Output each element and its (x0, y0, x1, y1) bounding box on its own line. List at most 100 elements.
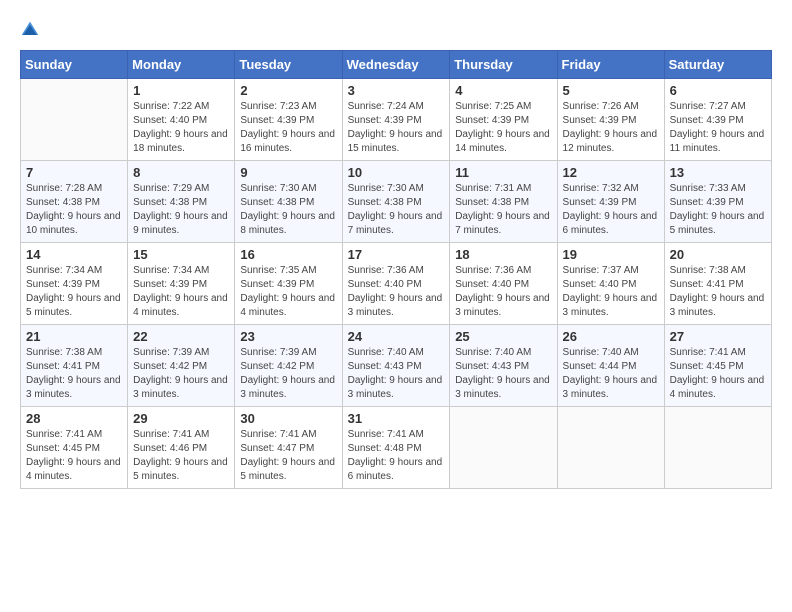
day-detail: Sunrise: 7:40 AMSunset: 4:43 PMDaylight:… (348, 346, 445, 402)
calendar-cell: 21 Sunrise: 7:38 AMSunset: 4:41 PMDayligh… (21, 325, 128, 407)
calendar-header-monday: Monday (128, 51, 235, 79)
day-number: 21 (26, 329, 122, 344)
day-detail: Sunrise: 7:41 AMSunset: 4:46 PMDaylight:… (133, 428, 229, 484)
day-number: 30 (240, 411, 336, 426)
calendar-cell: 5 Sunrise: 7:26 AMSunset: 4:39 PMDaylight… (557, 79, 664, 161)
calendar-table: SundayMondayTuesdayWednesdayThursdayFrid… (20, 50, 772, 489)
calendar-cell: 13 Sunrise: 7:33 AMSunset: 4:39 PMDayligh… (664, 161, 771, 243)
day-number: 3 (348, 83, 445, 98)
day-detail: Sunrise: 7:39 AMSunset: 4:42 PMDaylight:… (133, 346, 229, 402)
day-detail: Sunrise: 7:41 AMSunset: 4:48 PMDaylight:… (348, 428, 445, 484)
day-number: 19 (563, 247, 659, 262)
day-number: 6 (670, 83, 766, 98)
day-detail: Sunrise: 7:41 AMSunset: 4:47 PMDaylight:… (240, 428, 336, 484)
day-number: 16 (240, 247, 336, 262)
calendar-header-row: SundayMondayTuesdayWednesdayThursdayFrid… (21, 51, 772, 79)
day-number: 9 (240, 165, 336, 180)
day-number: 1 (133, 83, 229, 98)
day-detail: Sunrise: 7:36 AMSunset: 4:40 PMDaylight:… (455, 264, 551, 320)
calendar-cell: 25Sunrise: 7:40 AMSunset: 4:43 PMDayligh… (450, 325, 557, 407)
calendar-week-4: 21 Sunrise: 7:38 AMSunset: 4:41 PMDayligh… (21, 325, 772, 407)
calendar-cell: 10 Sunrise: 7:30 AMSunset: 4:38 PMDayligh… (342, 161, 450, 243)
calendar-cell: 23 Sunrise: 7:39 AMSunset: 4:42 PMDayligh… (235, 325, 342, 407)
calendar-header-wednesday: Wednesday (342, 51, 450, 79)
day-number: 24 (348, 329, 445, 344)
day-detail: Sunrise: 7:25 AMSunset: 4:39 PMDaylight:… (455, 100, 551, 156)
day-number: 11 (455, 165, 551, 180)
logo-icon (20, 20, 40, 40)
calendar-cell (450, 407, 557, 489)
calendar-cell: 11 Sunrise: 7:31 AMSunset: 4:38 PMDayligh… (450, 161, 557, 243)
day-detail: Sunrise: 7:32 AMSunset: 4:39 PMDaylight:… (563, 182, 659, 238)
day-number: 27 (670, 329, 766, 344)
calendar-cell: 28 Sunrise: 7:41 AMSunset: 4:45 PMDayligh… (21, 407, 128, 489)
day-number: 28 (26, 411, 122, 426)
calendar-cell (21, 79, 128, 161)
day-number: 20 (670, 247, 766, 262)
day-detail: Sunrise: 7:26 AMSunset: 4:39 PMDaylight:… (563, 100, 659, 156)
day-number: 25 (455, 329, 551, 344)
calendar-cell: 27 Sunrise: 7:41 AMSunset: 4:45 PMDayligh… (664, 325, 771, 407)
calendar-week-1: 1 Sunrise: 7:22 AMSunset: 4:40 PMDaylight… (21, 79, 772, 161)
calendar-header-friday: Friday (557, 51, 664, 79)
day-detail: Sunrise: 7:23 AMSunset: 4:39 PMDaylight:… (240, 100, 336, 156)
calendar-cell: 2Sunrise: 7:23 AMSunset: 4:39 PMDaylight… (235, 79, 342, 161)
calendar-cell: 26 Sunrise: 7:40 AMSunset: 4:44 PMDayligh… (557, 325, 664, 407)
calendar-cell (664, 407, 771, 489)
day-number: 31 (348, 411, 445, 426)
calendar-body: 1 Sunrise: 7:22 AMSunset: 4:40 PMDaylight… (21, 79, 772, 489)
calendar-week-5: 28 Sunrise: 7:41 AMSunset: 4:45 PMDayligh… (21, 407, 772, 489)
calendar-header-saturday: Saturday (664, 51, 771, 79)
page-header (20, 20, 772, 40)
calendar-week-3: 14 Sunrise: 7:34 AMSunset: 4:39 PMDayligh… (21, 243, 772, 325)
calendar-cell: 17Sunrise: 7:36 AMSunset: 4:40 PMDayligh… (342, 243, 450, 325)
calendar-header-sunday: Sunday (21, 51, 128, 79)
day-detail: Sunrise: 7:33 AMSunset: 4:39 PMDaylight:… (670, 182, 766, 238)
day-number: 10 (348, 165, 445, 180)
day-detail: Sunrise: 7:29 AMSunset: 4:38 PMDaylight:… (133, 182, 229, 238)
calendar-cell: 30 Sunrise: 7:41 AMSunset: 4:47 PMDayligh… (235, 407, 342, 489)
calendar-cell: 8 Sunrise: 7:29 AMSunset: 4:38 PMDaylight… (128, 161, 235, 243)
day-detail: Sunrise: 7:41 AMSunset: 4:45 PMDaylight:… (670, 346, 766, 402)
day-number: 13 (670, 165, 766, 180)
calendar-header-tuesday: Tuesday (235, 51, 342, 79)
calendar-cell: 4Sunrise: 7:25 AMSunset: 4:39 PMDaylight… (450, 79, 557, 161)
day-number: 8 (133, 165, 229, 180)
day-detail: Sunrise: 7:39 AMSunset: 4:42 PMDaylight:… (240, 346, 336, 402)
day-detail: Sunrise: 7:35 AMSunset: 4:39 PMDaylight:… (240, 264, 336, 320)
day-detail: Sunrise: 7:30 AMSunset: 4:38 PMDaylight:… (348, 182, 445, 238)
day-number: 7 (26, 165, 122, 180)
day-detail: Sunrise: 7:41 AMSunset: 4:45 PMDaylight:… (26, 428, 122, 484)
day-number: 22 (133, 329, 229, 344)
calendar-cell: 15 Sunrise: 7:34 AMSunset: 4:39 PMDayligh… (128, 243, 235, 325)
day-number: 12 (563, 165, 659, 180)
day-number: 14 (26, 247, 122, 262)
calendar-header-thursday: Thursday (450, 51, 557, 79)
day-detail: Sunrise: 7:22 AMSunset: 4:40 PMDaylight:… (133, 100, 229, 156)
day-detail: Sunrise: 7:38 AMSunset: 4:41 PMDaylight:… (670, 264, 766, 320)
day-number: 29 (133, 411, 229, 426)
day-number: 5 (563, 83, 659, 98)
day-detail: Sunrise: 7:30 AMSunset: 4:38 PMDaylight:… (240, 182, 336, 238)
day-number: 17 (348, 247, 445, 262)
calendar-cell: 14Sunrise: 7:34 AMSunset: 4:39 PMDayligh… (21, 243, 128, 325)
calendar-cell: 3 Sunrise: 7:24 AMSunset: 4:39 PMDaylight… (342, 79, 450, 161)
calendar-cell: 12 Sunrise: 7:32 AMSunset: 4:39 PMDayligh… (557, 161, 664, 243)
calendar-week-2: 7Sunrise: 7:28 AMSunset: 4:38 PMDaylight… (21, 161, 772, 243)
calendar-cell: 6 Sunrise: 7:27 AMSunset: 4:39 PMDaylight… (664, 79, 771, 161)
day-detail: Sunrise: 7:40 AMSunset: 4:44 PMDaylight:… (563, 346, 659, 402)
calendar-cell: 19Sunrise: 7:37 AMSunset: 4:40 PMDayligh… (557, 243, 664, 325)
calendar-cell: 7Sunrise: 7:28 AMSunset: 4:38 PMDaylight… (21, 161, 128, 243)
day-number: 18 (455, 247, 551, 262)
day-number: 26 (563, 329, 659, 344)
day-detail: Sunrise: 7:31 AMSunset: 4:38 PMDaylight:… (455, 182, 551, 238)
day-number: 23 (240, 329, 336, 344)
day-detail: Sunrise: 7:27 AMSunset: 4:39 PMDaylight:… (670, 100, 766, 156)
day-detail: Sunrise: 7:38 AMSunset: 4:41 PMDaylight:… (26, 346, 122, 402)
calendar-cell: 29 Sunrise: 7:41 AMSunset: 4:46 PMDayligh… (128, 407, 235, 489)
day-detail: Sunrise: 7:24 AMSunset: 4:39 PMDaylight:… (348, 100, 445, 156)
day-detail: Sunrise: 7:34 AMSunset: 4:39 PMDaylight:… (133, 264, 229, 320)
day-number: 15 (133, 247, 229, 262)
calendar-cell: 31 Sunrise: 7:41 AMSunset: 4:48 PMDayligh… (342, 407, 450, 489)
calendar-cell: 1 Sunrise: 7:22 AMSunset: 4:40 PMDaylight… (128, 79, 235, 161)
